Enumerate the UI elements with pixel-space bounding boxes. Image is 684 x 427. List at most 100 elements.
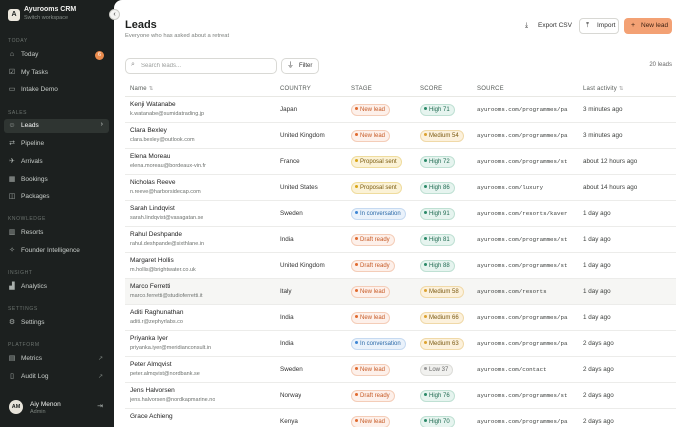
stage-label: Draft ready bbox=[360, 237, 390, 243]
export-csv-button[interactable]: ⤓ Export CSV bbox=[521, 18, 573, 34]
sidebar-item-founder-intelligence[interactable]: ✧ Founder Intelligence bbox=[4, 244, 109, 258]
stage-badge: New lead bbox=[351, 130, 391, 142]
column-header-last-activity[interactable]: Last activity ⇅ bbox=[583, 86, 624, 92]
sort-icon: ⇅ bbox=[148, 86, 154, 92]
lead-source: ayurooms.com/programmes/pa bbox=[477, 340, 568, 347]
lead-name[interactable]: Kenji Watanabe bbox=[130, 101, 176, 108]
stage-badge: New lead bbox=[351, 364, 391, 376]
column-header-name[interactable]: Name ⇅ bbox=[130, 86, 154, 92]
lead-name[interactable]: Sarah Lindqvist bbox=[130, 205, 175, 212]
lead-name[interactable]: Clara Bexley bbox=[130, 127, 167, 134]
import-label: Import bbox=[597, 22, 616, 29]
workspace-switcher[interactable]: A Ayurooms CRM Switch workspace bbox=[8, 6, 108, 26]
sidebar-item-packages[interactable]: ◫ Packages bbox=[4, 190, 109, 204]
lead-source: ayurooms.com/programmes/pa bbox=[477, 106, 568, 113]
section-platform: PLATFORM bbox=[8, 342, 40, 348]
stage-label: New lead bbox=[360, 315, 386, 321]
table-row[interactable]: Aditi Raghunathan aditi.r@zephyrlabs.co In… bbox=[125, 305, 676, 331]
lead-email: n.reeve@harborsidecap.com bbox=[130, 189, 201, 195]
status-dot-icon bbox=[355, 132, 358, 136]
today-count-badge: 6 bbox=[95, 51, 104, 60]
score-badge: Medium 58 bbox=[420, 286, 464, 298]
lead-name[interactable]: Peter Almqvist bbox=[130, 361, 172, 368]
sidebar-item-resorts[interactable]: ▥ Resorts bbox=[4, 226, 109, 240]
import-button[interactable]: ⤒ Import bbox=[579, 18, 619, 34]
lead-last-activity: 3 minutes ago bbox=[583, 132, 623, 139]
workspace-subtitle: Switch workspace bbox=[24, 15, 69, 21]
lead-name[interactable]: Marco Ferretti bbox=[130, 283, 170, 290]
sidebar-item-settings[interactable]: ⚙ Settings bbox=[4, 316, 109, 330]
sidebar-item-label: Metrics bbox=[21, 355, 42, 362]
checklist-icon: ☑ bbox=[8, 69, 16, 76]
table-row[interactable]: Elena Moreau elena.moreau@bordeaux-vin.fr… bbox=[125, 149, 676, 175]
lead-name[interactable]: Nicholas Reeve bbox=[130, 179, 176, 186]
lead-name[interactable]: Rahul Deshpande bbox=[130, 231, 182, 238]
stage-badge: Proposal sent bbox=[351, 156, 402, 168]
lead-name[interactable]: Elena Moreau bbox=[130, 153, 170, 160]
sidebar-item-bookings[interactable]: ▦ Bookings bbox=[4, 173, 109, 187]
score-label: High 81 bbox=[429, 237, 450, 243]
sort-icon: ⇅ bbox=[618, 86, 624, 92]
sidebar-item-metrics[interactable]: ▤ Metrics ↗ bbox=[4, 352, 109, 366]
lead-country: India bbox=[280, 314, 294, 321]
stage-badge: New lead bbox=[351, 286, 391, 298]
lead-source: ayurooms.com/programmes/st bbox=[477, 158, 568, 165]
score-label: Medium 58 bbox=[429, 289, 459, 295]
table-row[interactable]: Jens Halvorsen jens.halvorsen@nordkapmari… bbox=[125, 383, 676, 409]
lead-name[interactable]: Margaret Hollis bbox=[130, 257, 174, 264]
table-row[interactable]: Grace Achieng Kenya New lead High 70 ayuroom… bbox=[125, 409, 676, 427]
table-row[interactable]: Sarah Lindqvist sarah.lindqvist@vasagatan… bbox=[125, 201, 676, 227]
lead-country: United Kingdom bbox=[280, 132, 325, 139]
section-sales: SALES bbox=[8, 110, 28, 116]
inbox-icon: ▭ bbox=[8, 86, 16, 93]
table-row[interactable]: Marco Ferretti marco.ferretti@studioferre… bbox=[125, 279, 676, 305]
logout-icon[interactable]: ⇥ bbox=[97, 402, 103, 410]
table-row[interactable]: Priyanka Iyer priyanka.iyer@meridianconsu… bbox=[125, 331, 676, 357]
search-input[interactable] bbox=[141, 61, 271, 71]
table-row[interactable]: Rahul Deshpande rahul.deshpande@sixthlane… bbox=[125, 227, 676, 253]
external-link-icon: ↗ bbox=[97, 374, 103, 380]
collapse-sidebar-button[interactable]: ‹ bbox=[109, 9, 120, 20]
sidebar-item-intake[interactable]: ▭ Intake Demo bbox=[4, 83, 109, 97]
table-header: Name ⇅ COUNTRY STAGE SCORE SOURCE Last a… bbox=[125, 82, 676, 97]
table-row[interactable]: Clara Bexley clara.bexley@outlook.com Unit… bbox=[125, 123, 676, 149]
lead-source: ayurooms.com/luxury bbox=[477, 184, 544, 191]
stage-label: In conversation bbox=[360, 341, 401, 347]
lead-email: k.watanabe@sumidatrading.jp bbox=[130, 111, 205, 117]
sidebar-item-arrivals[interactable]: ✈ Arrivals bbox=[4, 155, 109, 169]
sidebar-item-label: My Tasks bbox=[21, 69, 48, 76]
sidebar-item-today[interactable]: ⌂ Today 6 bbox=[4, 48, 109, 62]
sidebar-item-label: Leads bbox=[21, 122, 39, 129]
filter-button[interactable]: ⏚ Filter bbox=[281, 58, 319, 74]
sidebar-item-analytics[interactable]: ▟ Analytics bbox=[4, 280, 109, 294]
lead-name[interactable]: Jens Halvorsen bbox=[130, 387, 175, 394]
lead-country: France bbox=[280, 158, 300, 165]
new-lead-button[interactable]: + New lead bbox=[624, 18, 672, 34]
table-row[interactable]: Margaret Hollis m.hollis@brightwater.co.u… bbox=[125, 253, 676, 279]
user-profile[interactable]: AM Aiy Menon Admin ⇥ bbox=[4, 393, 109, 421]
lead-name[interactable]: Priyanka Iyer bbox=[130, 335, 168, 342]
lead-name[interactable]: Grace Achieng bbox=[130, 413, 173, 420]
export-csv-label: Export CSV bbox=[538, 22, 572, 29]
lead-name[interactable]: Aditi Raghunathan bbox=[130, 309, 184, 316]
sidebar-item-leads[interactable]: ☺ Leads › bbox=[4, 119, 109, 133]
lead-last-activity: about 12 hours ago bbox=[583, 158, 638, 165]
table-row[interactable]: Peter Almqvist peter.almqvist@nordbank.se… bbox=[125, 357, 676, 383]
section-settings: SETTINGS bbox=[8, 306, 38, 312]
sidebar-item-tasks[interactable]: ☑ My Tasks bbox=[4, 66, 109, 80]
table-row[interactable]: Kenji Watanabe k.watanabe@sumidatrading.j… bbox=[125, 97, 676, 123]
lead-last-activity: 3 minutes ago bbox=[583, 106, 623, 113]
lead-email: elena.moreau@bordeaux-vin.fr bbox=[130, 163, 206, 169]
home-icon: ⌂ bbox=[9, 51, 15, 58]
sidebar-item-pipeline[interactable]: ⇄ Pipeline bbox=[4, 137, 109, 151]
lead-country: United Kingdom bbox=[280, 262, 325, 269]
user-role: Admin bbox=[30, 409, 46, 415]
table-row[interactable]: Nicholas Reeve n.reeve@harborsidecap.com U… bbox=[125, 175, 676, 201]
upload-icon: ⤒ bbox=[586, 22, 590, 29]
score-dot-icon bbox=[424, 288, 427, 292]
lead-country: Italy bbox=[280, 288, 292, 295]
status-dot-icon bbox=[355, 236, 358, 240]
lead-country: Norway bbox=[280, 392, 302, 399]
sidebar-item-audit-log[interactable]: ▯ Audit Log ↗ bbox=[4, 370, 109, 384]
status-dot-icon bbox=[355, 418, 358, 422]
